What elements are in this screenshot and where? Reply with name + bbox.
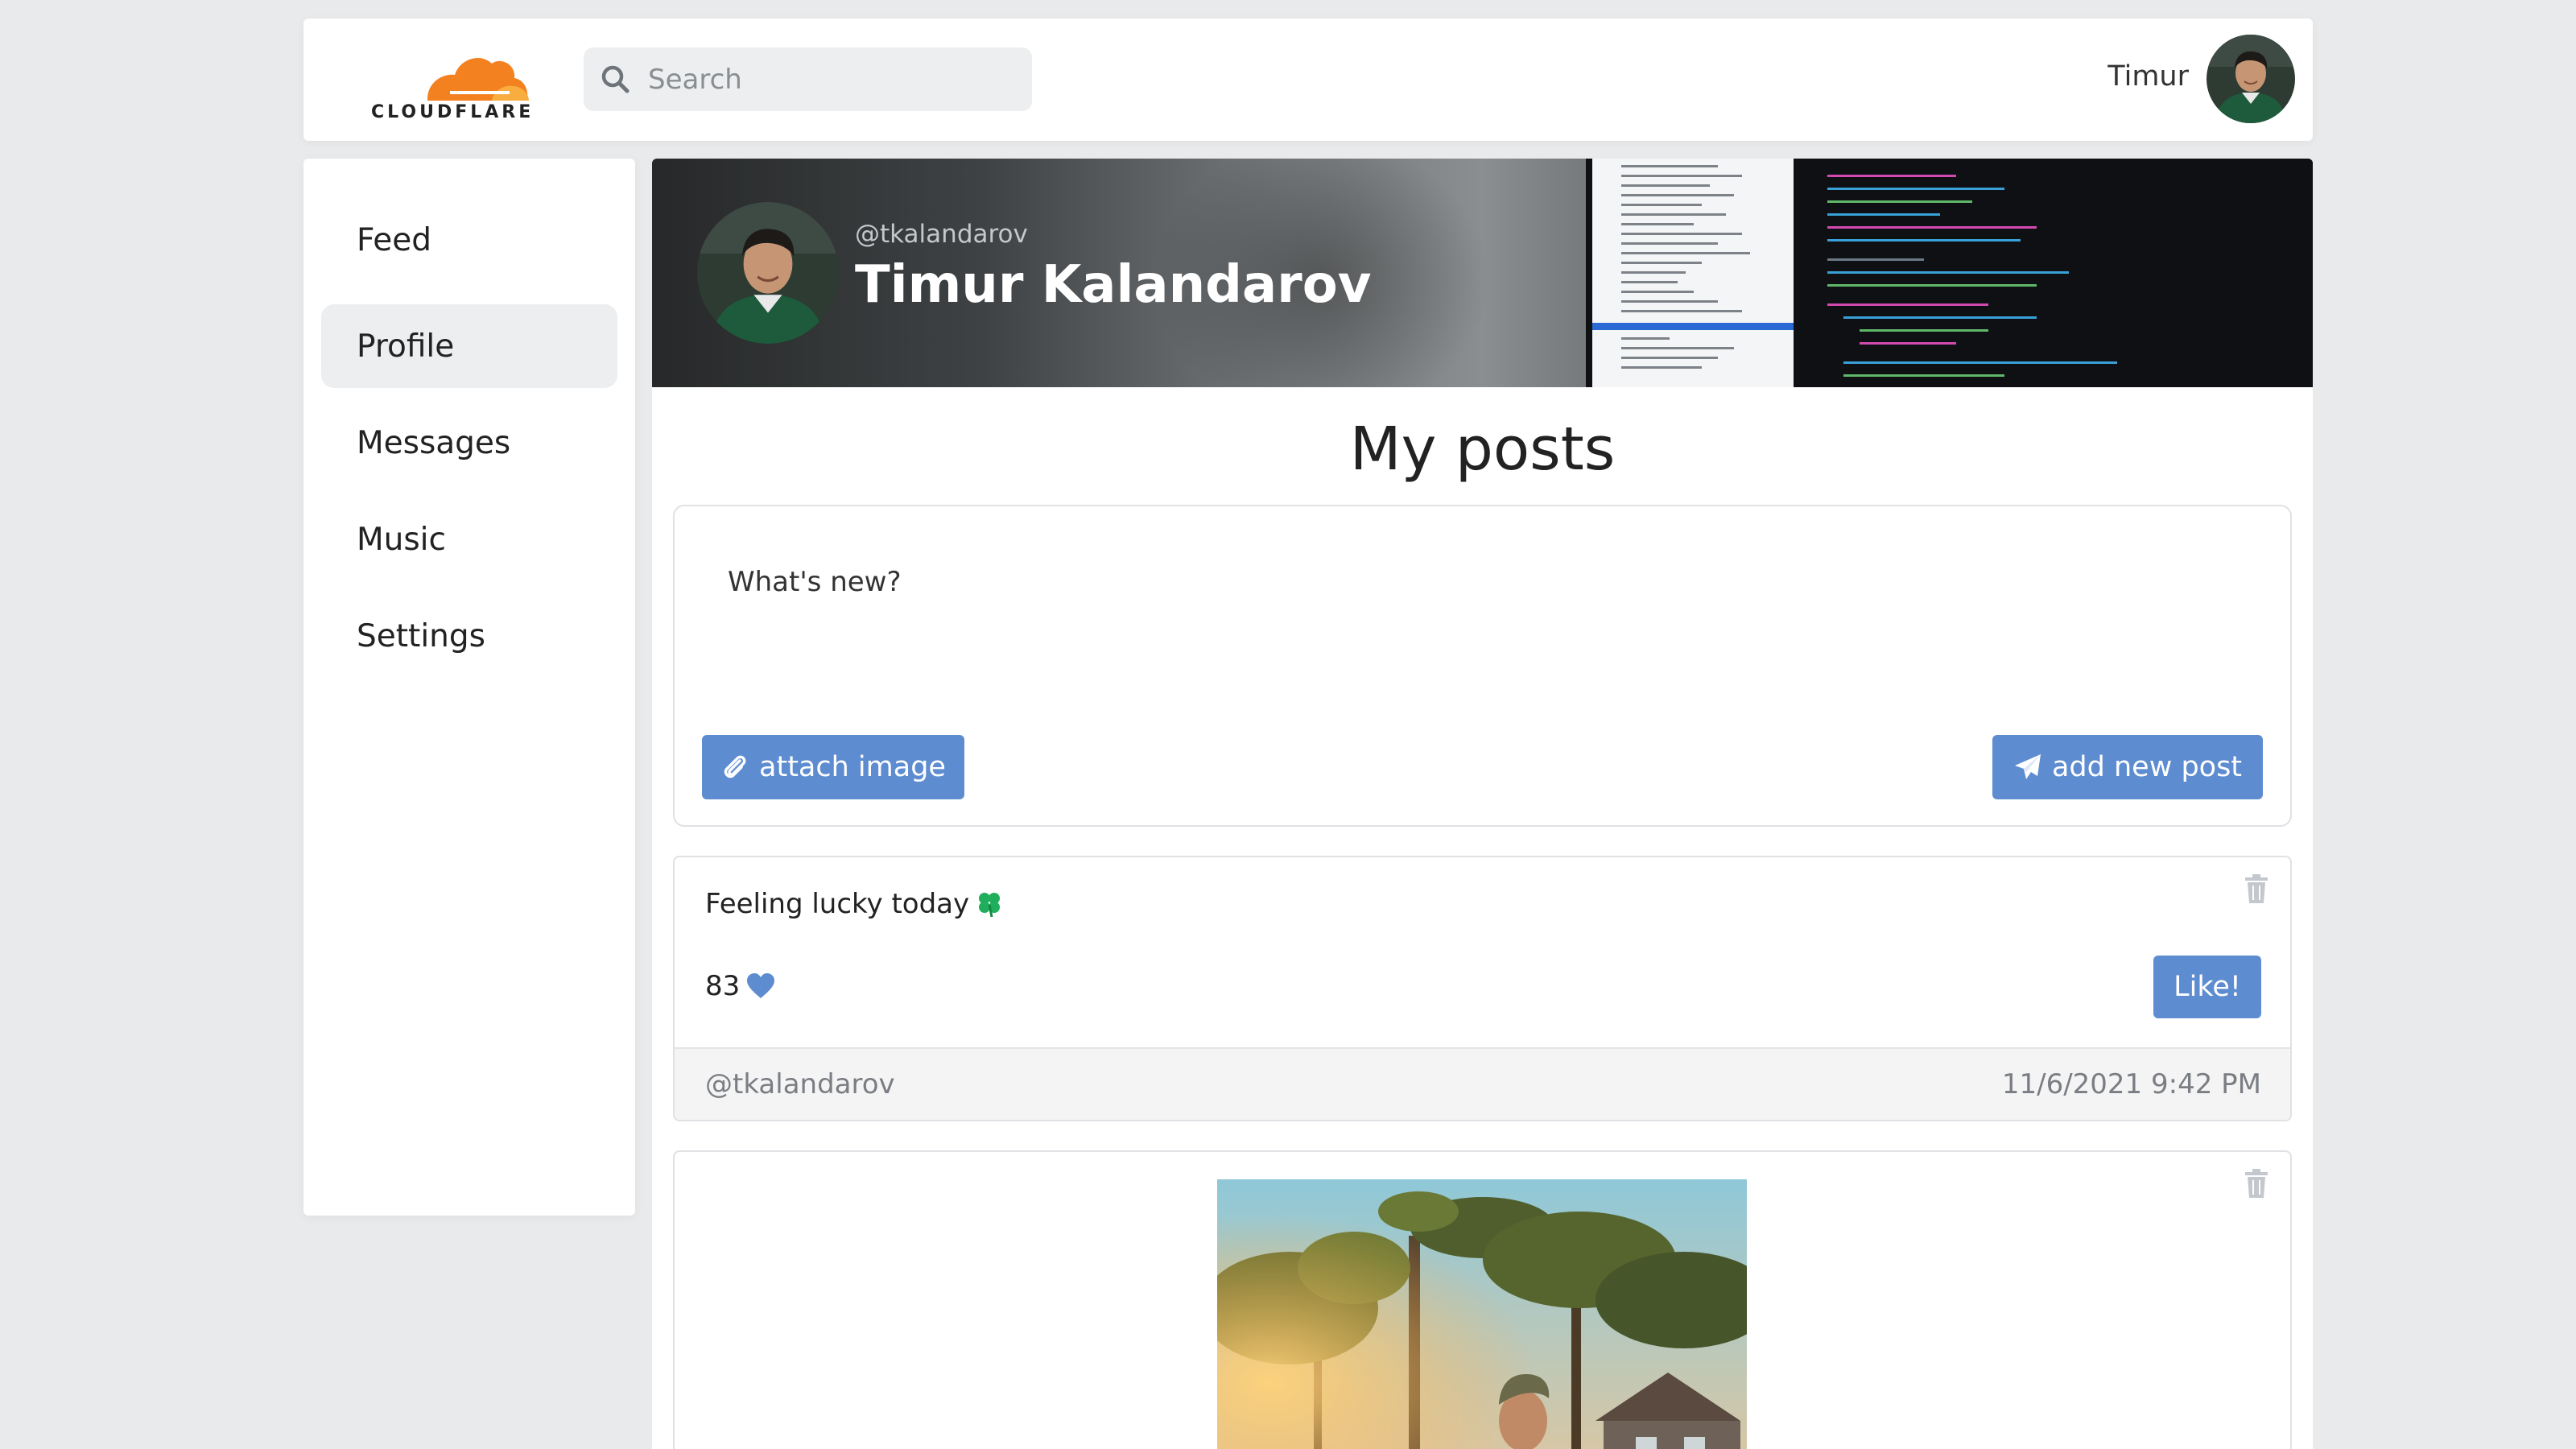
search-icon <box>601 65 630 93</box>
post-composer: attach image add new post <box>673 505 2292 827</box>
profile-handle: @tkalandarov <box>855 220 1028 249</box>
four-leaf-clover-icon <box>979 893 1001 918</box>
cover-file-panel <box>1592 159 1794 387</box>
like-button[interactable]: Like! <box>2153 956 2261 1018</box>
profile-cover: @tkalandarov Timur Kalandarov <box>652 159 2313 387</box>
sidebar-item-feed[interactable]: Feed <box>321 198 617 282</box>
attach-image-label: attach image <box>759 751 946 783</box>
cover-code-screen <box>1586 159 2313 387</box>
avatar[interactable] <box>2207 35 2295 123</box>
top-bar: CLOUDFLARE Timur <box>303 19 2313 141</box>
sidebar: Feed Profile Messages Music Settings <box>303 159 635 1216</box>
search-box[interactable] <box>584 47 1032 111</box>
sidebar-item-label: Music <box>357 521 446 558</box>
sidebar-item-label: Messages <box>357 424 511 461</box>
add-new-post-button[interactable]: add new post <box>1992 735 2263 799</box>
like-count-value: 83 <box>705 970 741 1002</box>
sidebar-item-label: Feed <box>357 221 432 258</box>
trash-icon[interactable] <box>2244 873 2269 904</box>
post-image[interactable] <box>1217 1179 1747 1449</box>
sidebar-item-music[interactable]: Music <box>321 497 617 581</box>
sidebar-item-settings[interactable]: Settings <box>321 594 617 678</box>
post-card <box>673 1150 2292 1449</box>
post-footer: @tkalandarov 11/6/2021 9:42 PM <box>675 1047 2290 1120</box>
post-body: Feeling lucky today <box>705 888 970 920</box>
sidebar-item-messages[interactable]: Messages <box>321 401 617 485</box>
paperclip-icon <box>724 755 746 778</box>
main-content: @tkalandarov Timur Kalandarov My posts a… <box>652 159 2313 1449</box>
post-text: Feeling lucky today <box>705 888 1003 920</box>
search-input[interactable] <box>646 62 1001 97</box>
heart-icon <box>747 973 775 998</box>
paper-plane-icon <box>2014 754 2041 779</box>
profile-avatar[interactable] <box>697 202 839 344</box>
attach-image-button[interactable]: attach image <box>702 735 964 799</box>
post-timestamp: 11/6/2021 9:42 PM <box>2001 1068 2261 1100</box>
trash-icon[interactable] <box>2244 1168 2269 1199</box>
page-title: My posts <box>1349 415 1616 484</box>
profile-avatar-icon <box>697 202 839 344</box>
user-name[interactable]: Timur <box>2107 60 2189 93</box>
logo-wordmark: CLOUDFLARE <box>371 102 535 122</box>
user-avatar-icon <box>2207 35 2295 123</box>
sidebar-item-profile[interactable]: Profile <box>321 304 617 388</box>
post-photo-image <box>1217 1179 1747 1449</box>
new-post-input[interactable] <box>726 564 2240 685</box>
cloud-logo-icon <box>427 57 529 101</box>
like-count: 83 <box>705 970 775 1002</box>
post-card: Feeling lucky today 83 Like! @tkalandaro… <box>673 856 2292 1121</box>
cloudflare-logo[interactable]: CLOUDFLARE <box>371 51 532 123</box>
add-new-post-label: add new post <box>2051 751 2243 783</box>
sidebar-item-label: Profile <box>357 328 455 365</box>
sidebar-item-label: Settings <box>357 617 485 654</box>
post-author[interactable]: @tkalandarov <box>705 1068 895 1100</box>
profile-name: Timur Kalandarov <box>855 255 1372 315</box>
